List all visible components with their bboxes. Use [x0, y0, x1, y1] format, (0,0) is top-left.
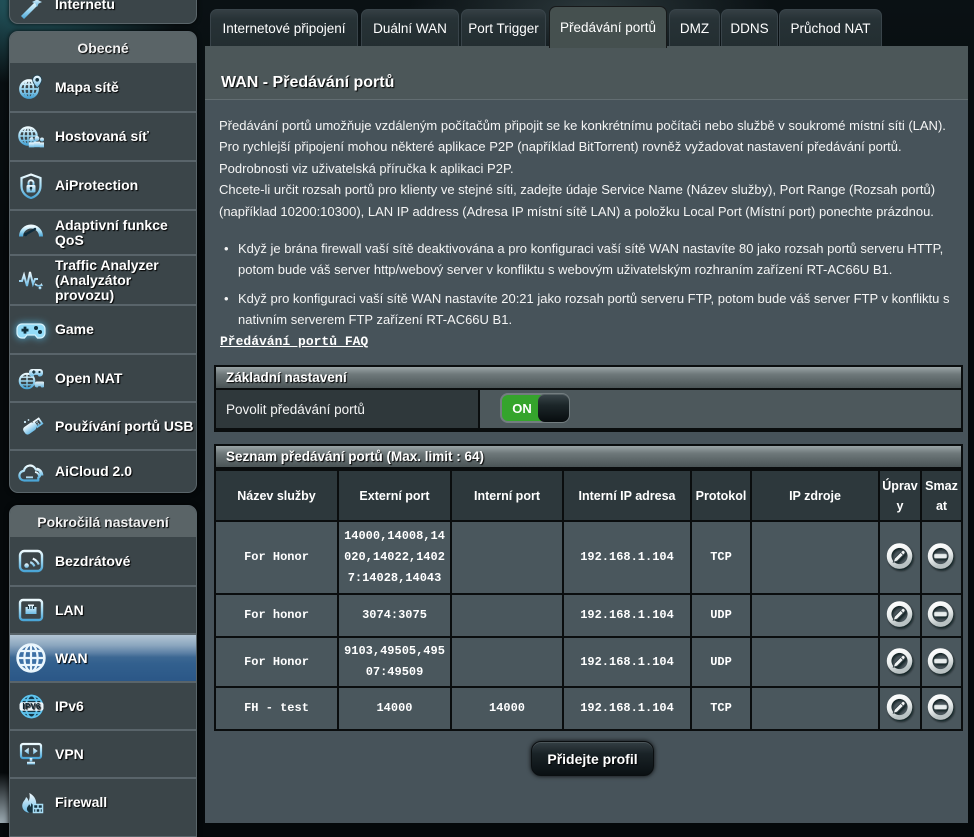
svg-text:IPV6: IPV6 [22, 702, 40, 711]
